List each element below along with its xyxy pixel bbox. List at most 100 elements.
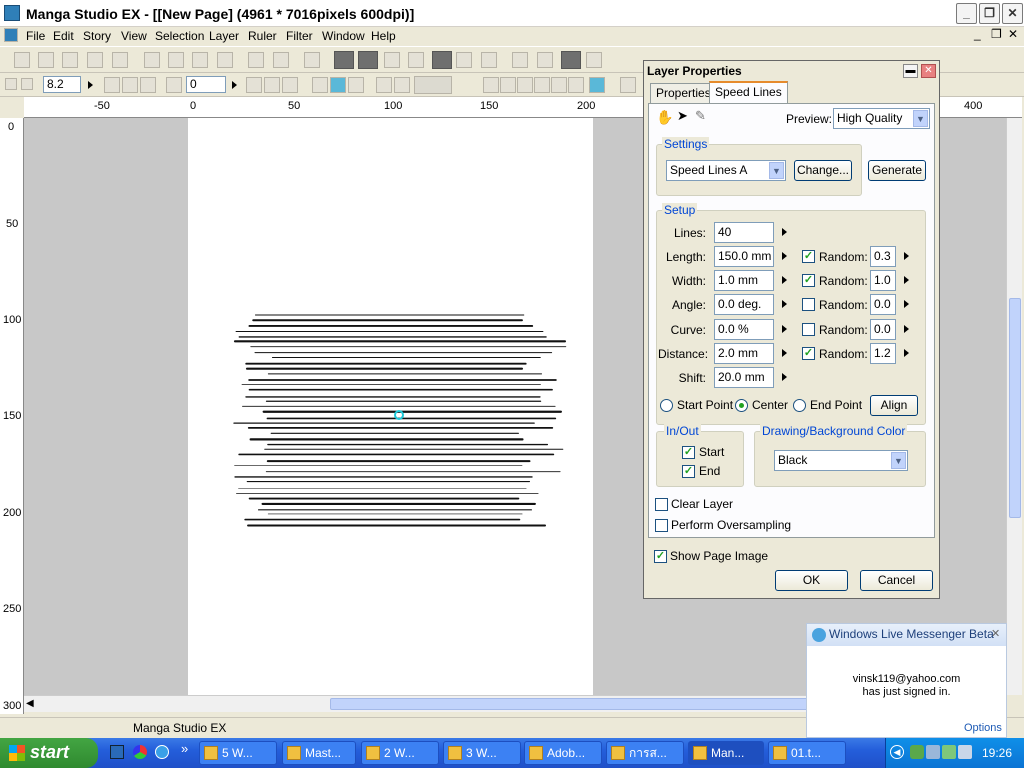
- taskbar-task[interactable]: 5 W...: [199, 741, 277, 765]
- radio-end-point[interactable]: [793, 399, 806, 412]
- setup-value-input[interactable]: 20.0 mm: [714, 367, 774, 388]
- taskbar-task[interactable]: 2 W...: [361, 741, 439, 765]
- quicklaunch-media-icon[interactable]: [133, 745, 147, 759]
- random-value-input[interactable]: 1.0: [870, 270, 896, 291]
- undo-icon[interactable]: [248, 52, 264, 68]
- tab-properties[interactable]: Properties: [650, 83, 717, 103]
- menu-story[interactable]: Story: [83, 29, 111, 43]
- taskbar-task[interactable]: การส...: [606, 741, 684, 765]
- show-page-image-checkbox[interactable]: ✓: [654, 550, 667, 563]
- tray-collapse-icon[interactable]: ◀: [890, 745, 904, 759]
- angle-icon[interactable]: [500, 77, 516, 93]
- oversampling-checkbox[interactable]: [655, 519, 668, 532]
- more-icon[interactable]: [620, 77, 636, 93]
- radio-center[interactable]: [735, 399, 748, 412]
- value-arrow-icon[interactable]: [782, 373, 787, 381]
- taskbar-task[interactable]: Man...: [688, 741, 764, 765]
- rotation-arrow-icon[interactable]: [232, 81, 237, 89]
- menu-edit[interactable]: Edit: [53, 29, 74, 43]
- print-size-icon[interactable]: [140, 77, 156, 93]
- random-value-input[interactable]: 0.3: [870, 246, 896, 267]
- close-button[interactable]: ✕: [1002, 3, 1023, 24]
- layer-icon[interactable]: [384, 52, 400, 68]
- random-value-input[interactable]: 0.0: [870, 294, 896, 315]
- play-icon[interactable]: [586, 52, 602, 68]
- quicklaunch-desktop-icon[interactable]: [110, 745, 124, 759]
- mdi-restore-icon[interactable]: ❐: [991, 27, 1002, 41]
- page-view-icon[interactable]: [334, 51, 354, 69]
- panel2-icon[interactable]: [537, 52, 553, 68]
- value-arrow-icon[interactable]: [782, 228, 787, 236]
- random-checkbox[interactable]: [802, 323, 815, 336]
- menu-window[interactable]: Window: [322, 29, 365, 43]
- tray-printer-icon[interactable]: [958, 745, 972, 759]
- tray-user-icon[interactable]: [942, 745, 956, 759]
- grid-ruler-icon[interactable]: [568, 77, 584, 93]
- value-arrow-icon[interactable]: [782, 349, 787, 357]
- inout-end-checkbox[interactable]: ✓: [682, 465, 695, 478]
- taskbar-task[interactable]: 01.t...: [768, 741, 846, 765]
- tray-messenger-icon[interactable]: [910, 745, 924, 759]
- value-arrow-icon[interactable]: [782, 300, 787, 308]
- random-arrow-icon[interactable]: [904, 276, 909, 284]
- dialog-close-icon[interactable]: ✕: [921, 64, 936, 78]
- quicklaunch-ie-icon[interactable]: [155, 745, 169, 759]
- frame-ruler-icon[interactable]: [589, 77, 605, 93]
- open-icon[interactable]: [62, 52, 78, 68]
- taskbar-task[interactable]: Adob...: [524, 741, 602, 765]
- menu-selection[interactable]: Selection: [155, 29, 204, 43]
- value-arrow-icon[interactable]: [782, 325, 787, 333]
- setup-value-input[interactable]: 0.0 deg.: [714, 294, 774, 315]
- rotation-input[interactable]: 0: [186, 76, 226, 93]
- rotate-icon[interactable]: [166, 77, 182, 93]
- snap2-icon[interactable]: [394, 77, 410, 93]
- settings-select[interactable]: Speed Lines A ▼: [666, 160, 786, 181]
- random-arrow-icon[interactable]: [904, 252, 909, 260]
- align-button[interactable]: Align: [870, 395, 918, 416]
- delete-icon[interactable]: [217, 52, 233, 68]
- change-button[interactable]: Change...: [794, 160, 852, 181]
- taskbar-task[interactable]: Mast...: [282, 741, 356, 765]
- tone-icon[interactable]: [432, 51, 452, 69]
- guide-icon[interactable]: [330, 77, 346, 93]
- menu-view[interactable]: View: [121, 29, 147, 43]
- flip-vertical-icon[interactable]: [282, 77, 298, 93]
- taskbar-task[interactable]: 3 W...: [443, 741, 521, 765]
- perspective-icon[interactable]: [348, 77, 364, 93]
- generate-button[interactable]: Generate: [868, 160, 926, 181]
- radio-start-point[interactable]: [660, 399, 673, 412]
- restore-button[interactable]: ❐: [979, 3, 1000, 24]
- setup-value-input[interactable]: 150.0 mm: [714, 246, 774, 267]
- menu-filter[interactable]: Filter: [286, 29, 313, 43]
- random-arrow-icon[interactable]: [904, 325, 909, 333]
- redo-icon[interactable]: [273, 52, 289, 68]
- save-all-icon[interactable]: [112, 52, 128, 68]
- menu-file[interactable]: File: [26, 29, 45, 43]
- cube-icon[interactable]: [517, 77, 533, 93]
- fit-page-icon[interactable]: [104, 77, 120, 93]
- mdi-close-icon[interactable]: ✕: [1008, 27, 1018, 41]
- reset-rotation-icon[interactable]: [246, 77, 262, 93]
- copy-icon[interactable]: [168, 52, 184, 68]
- tab-speed-lines[interactable]: Speed Lines: [709, 81, 788, 104]
- document-icon[interactable]: [4, 28, 18, 42]
- export-icon[interactable]: [481, 52, 497, 68]
- zoom-input[interactable]: 8.2: [43, 76, 81, 93]
- value-arrow-icon[interactable]: [782, 276, 787, 284]
- color-select[interactable]: Black ▼: [774, 450, 908, 471]
- clear-layer-checkbox[interactable]: [655, 498, 668, 511]
- manga-page[interactable]: [188, 118, 593, 695]
- menu-layer[interactable]: Layer: [209, 29, 239, 43]
- panel-icon[interactable]: [512, 52, 528, 68]
- print-icon[interactable]: [304, 52, 320, 68]
- special-ruler-icon[interactable]: [534, 77, 550, 93]
- story-view-icon[interactable]: [358, 51, 378, 69]
- horizontal-scroll-thumb[interactable]: [330, 698, 830, 710]
- minimize-button[interactable]: _: [956, 3, 977, 24]
- quicklaunch-more-icon[interactable]: »: [181, 741, 188, 756]
- arrow-pointer-icon[interactable]: ➤: [677, 108, 691, 124]
- inout-start-checkbox[interactable]: ✓: [682, 446, 695, 459]
- setup-value-input[interactable]: 1.0 mm: [714, 270, 774, 291]
- paste-icon[interactable]: [192, 52, 208, 68]
- random-value-input[interactable]: 0.0: [870, 319, 896, 340]
